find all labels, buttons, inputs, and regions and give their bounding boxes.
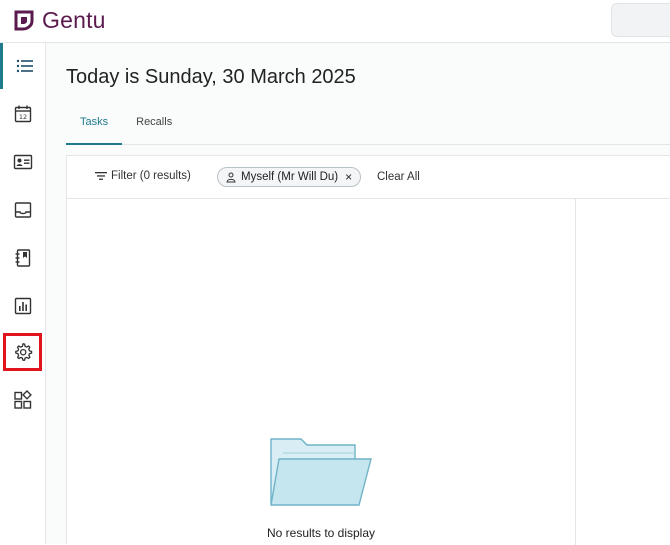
tab-recalls[interactable]: Recalls: [122, 101, 186, 145]
sidebar-item-inbox[interactable]: [0, 187, 46, 233]
gentu-logo-icon: [14, 10, 34, 31]
notebook-icon: [15, 249, 31, 267]
tasks-panel: Filter (0 results) Myself (Mr Will Du) ×…: [66, 155, 670, 545]
clear-all-button[interactable]: Clear All: [377, 171, 420, 183]
main-content: Today is Sunday, 30 March 2025 Tasks Rec…: [46, 43, 670, 545]
tab-bar: Tasks Recalls: [66, 101, 670, 145]
calendar-icon: 12: [14, 105, 32, 123]
tab-tasks[interactable]: Tasks: [66, 101, 123, 145]
assignee-filter-chip[interactable]: Myself (Mr Will Du) ×: [217, 167, 362, 187]
folder-icon: [270, 438, 372, 506]
filter-icon: [95, 172, 107, 180]
sidebar-item-calendar[interactable]: 12: [0, 91, 46, 137]
empty-state: No results to display: [67, 199, 575, 545]
chip-close-icon[interactable]: ×: [345, 171, 352, 183]
list-icon: [16, 59, 33, 73]
panel-divider: [575, 199, 576, 545]
sidebar: 12: [0, 43, 46, 544]
app-name: Gentu: [42, 7, 106, 33]
gear-icon: [14, 343, 32, 361]
empty-state-text: No results to display: [266, 526, 376, 540]
filter-bar: Filter (0 results) Myself (Mr Will Du) ×…: [67, 156, 670, 199]
sidebar-item-notes[interactable]: [0, 235, 46, 281]
page-title: Today is Sunday, 30 March 2025: [66, 66, 356, 88]
sidebar-item-apps[interactable]: [0, 377, 46, 423]
calendar-day-label: 12: [19, 113, 27, 121]
apps-icon: [14, 390, 32, 409]
contact-card-icon: [13, 154, 33, 170]
sidebar-item-tasks[interactable]: [0, 43, 46, 89]
sidebar-item-reports[interactable]: [0, 283, 46, 329]
top-bar: Gentu: [0, 0, 670, 43]
chip-label: Myself (Mr Will Du): [241, 171, 339, 183]
bar-chart-icon: [14, 297, 32, 315]
inbox-icon: [14, 202, 32, 218]
top-search-field[interactable]: [611, 3, 670, 37]
sidebar-item-contacts[interactable]: [0, 139, 46, 185]
filter-label: Filter (0 results): [111, 170, 191, 182]
user-icon: [226, 172, 236, 182]
sidebar-item-settings[interactable]: [3, 333, 42, 371]
filter-button[interactable]: Filter (0 results): [95, 170, 191, 182]
app-logo[interactable]: Gentu: [14, 7, 106, 33]
